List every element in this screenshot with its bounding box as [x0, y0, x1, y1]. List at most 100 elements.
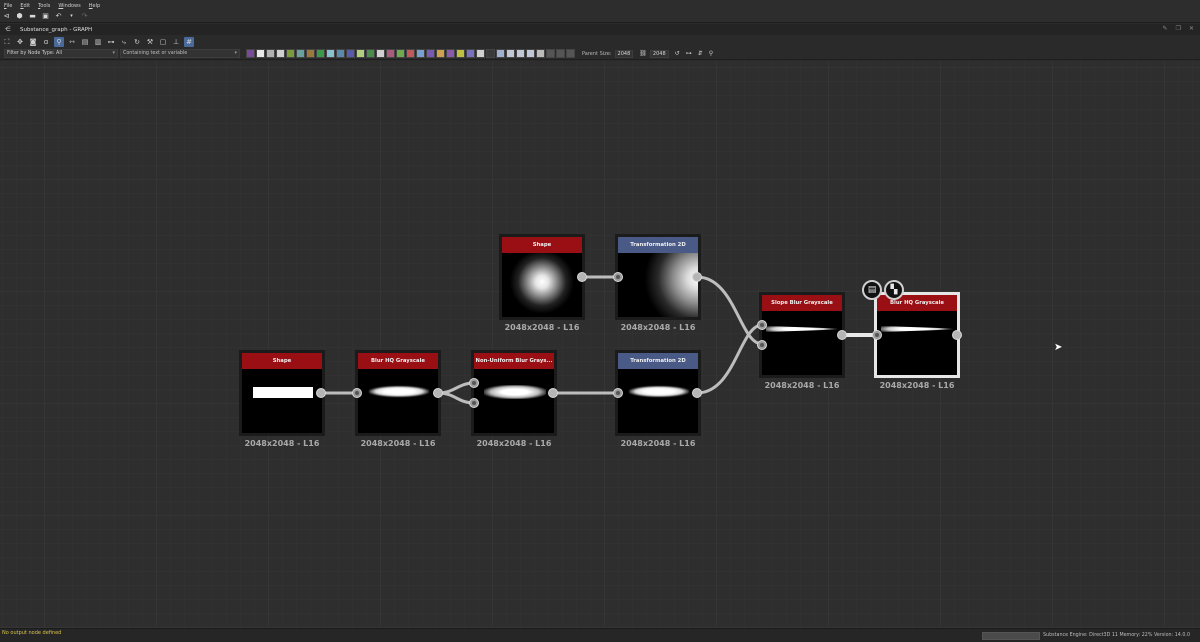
- text-icon[interactable]: [446, 49, 455, 58]
- function-icon[interactable]: [476, 49, 485, 58]
- atomic-nodes-icon[interactable]: [246, 49, 255, 58]
- menu-file[interactable]: File: [4, 3, 12, 9]
- menu-help[interactable]: Help: [89, 3, 100, 9]
- uniform-color-icon[interactable]: [256, 49, 265, 58]
- pan-icon[interactable]: ✥: [15, 37, 25, 47]
- align-nodes-icon[interactable]: ⊶: [686, 50, 692, 57]
- checker-badge-icon[interactable]: ▚: [884, 280, 904, 300]
- reset-size-icon[interactable]: ↺: [675, 50, 680, 57]
- input-port[interactable]: [469, 398, 479, 408]
- output-icon[interactable]: [456, 49, 465, 58]
- input-port[interactable]: [757, 340, 767, 350]
- output-port[interactable]: [577, 272, 587, 282]
- document-badge-icon[interactable]: ▤: [862, 280, 882, 300]
- node-blur-hq-2[interactable]: Blur HQ Grayscale: [874, 292, 960, 378]
- bitmap-icon[interactable]: [266, 49, 275, 58]
- close-icon[interactable]: ✕: [1189, 25, 1194, 32]
- output-port[interactable]: [837, 330, 847, 340]
- graph-canvas[interactable]: Shape 2048x2048 - L16 Transformation 2D …: [0, 61, 1200, 628]
- menu-edit[interactable]: Edit: [20, 3, 30, 9]
- output-port[interactable]: [316, 388, 326, 398]
- save-all-icon[interactable]: ▣: [41, 12, 50, 21]
- comment-icon[interactable]: ▢: [158, 37, 168, 47]
- zoom-icon[interactable]: ⚲: [54, 36, 64, 47]
- input-port[interactable]: [352, 388, 362, 398]
- align-horizontal-icon[interactable]: ⇿: [67, 37, 77, 47]
- input-port[interactable]: [872, 330, 882, 340]
- hsl-icon[interactable]: [356, 49, 365, 58]
- mesh-icon[interactable]: [506, 49, 515, 58]
- input-port[interactable]: [613, 272, 623, 282]
- redo-icon[interactable]: ↷: [80, 12, 89, 21]
- node-transformation-top[interactable]: Transformation 2D: [615, 234, 701, 320]
- channel-icon[interactable]: [516, 49, 525, 58]
- transform-icon[interactable]: [376, 49, 385, 58]
- curve-icon[interactable]: [346, 49, 355, 58]
- material-icon[interactable]: [496, 49, 505, 58]
- connect-icon[interactable]: ⊶: [106, 37, 116, 47]
- alpha-icon[interactable]: ɑ: [41, 37, 51, 47]
- graph-instance-icon[interactable]: [486, 49, 495, 58]
- output-port[interactable]: [952, 330, 962, 340]
- pin-comment-icon[interactable]: [546, 49, 555, 58]
- filter-text-input[interactable]: Containing text or variable: [120, 49, 240, 58]
- menu-windows[interactable]: Windows: [58, 3, 80, 9]
- blend-icon[interactable]: [326, 49, 335, 58]
- layout-icon[interactable]: ▤: [80, 37, 90, 47]
- warp-icon[interactable]: [386, 49, 395, 58]
- node-blur-hq-1[interactable]: Blur HQ Grayscale: [355, 350, 441, 436]
- layout-vertical-icon[interactable]: ▥: [93, 37, 103, 47]
- input-port[interactable]: [757, 320, 767, 330]
- pixel-processor-icon[interactable]: [436, 49, 445, 58]
- node-type-filter-select[interactable]: Filter by Node Type: All: [4, 49, 118, 58]
- grid-icon[interactable]: #: [184, 36, 194, 47]
- float-icon[interactable]: ❐: [1176, 25, 1181, 32]
- substance-icon[interactable]: ⬢: [15, 12, 24, 21]
- grayscale-icon[interactable]: [366, 49, 375, 58]
- tree-icon[interactable]: ⤷: [119, 37, 129, 47]
- output-port[interactable]: [548, 388, 558, 398]
- normal-icon[interactable]: [416, 49, 425, 58]
- frame-icon[interactable]: [536, 49, 545, 58]
- parent-size-height[interactable]: 2048: [649, 49, 669, 58]
- pattern-icon[interactable]: [286, 49, 295, 58]
- sharpen-icon[interactable]: [406, 49, 415, 58]
- node-slope-blur[interactable]: Slope Blur Grayscale: [759, 292, 845, 378]
- fx-map-icon[interactable]: [426, 49, 435, 58]
- snapshot-icon[interactable]: ◙: [28, 37, 38, 47]
- open-folder-icon[interactable]: ▬: [28, 12, 37, 21]
- parent-size-width[interactable]: 2048: [614, 49, 634, 58]
- navigation-icon[interactable]: [566, 49, 575, 58]
- filter-icon[interactable]: [316, 49, 325, 58]
- node-non-uniform-blur[interactable]: Non-Uniform Blur Grays...: [471, 350, 557, 436]
- undo-dropdown-icon[interactable]: ▾: [67, 12, 76, 21]
- dot-icon[interactable]: [556, 49, 565, 58]
- node-thumbnail: [877, 311, 957, 375]
- tidy-icon[interactable]: ⚲: [709, 50, 713, 57]
- link-size-icon[interactable]: ⛓: [639, 50, 647, 57]
- frame-all-icon[interactable]: ⛶: [2, 37, 12, 47]
- pin-node-icon[interactable]: ⊥: [171, 37, 181, 47]
- undo-icon[interactable]: ↶: [54, 12, 63, 21]
- node-shape-top[interactable]: Shape: [499, 234, 585, 320]
- blur-icon[interactable]: [396, 49, 405, 58]
- distribute-icon[interactable]: ⇵: [698, 50, 703, 57]
- output-port[interactable]: [433, 388, 443, 398]
- input-port[interactable]: [469, 378, 479, 388]
- input-icon[interactable]: [466, 49, 475, 58]
- gradient-icon[interactable]: [306, 49, 315, 58]
- refresh-icon[interactable]: ↻: [132, 37, 142, 47]
- output-port[interactable]: [692, 388, 702, 398]
- node-shape-left[interactable]: Shape: [239, 350, 325, 436]
- mask-icon[interactable]: [526, 49, 535, 58]
- input-port[interactable]: [613, 388, 623, 398]
- output-port[interactable]: [692, 272, 702, 282]
- pin-icon[interactable]: ✎: [1163, 25, 1168, 32]
- levels-icon[interactable]: [336, 49, 345, 58]
- noise-icon[interactable]: [296, 49, 305, 58]
- node-transformation-bottom[interactable]: Transformation 2D: [615, 350, 701, 436]
- new-document-icon[interactable]: ⊲: [2, 12, 11, 21]
- wand-icon[interactable]: ⚒: [145, 37, 155, 47]
- menu-tools[interactable]: Tools: [38, 3, 50, 9]
- svg-icon[interactable]: [276, 49, 285, 58]
